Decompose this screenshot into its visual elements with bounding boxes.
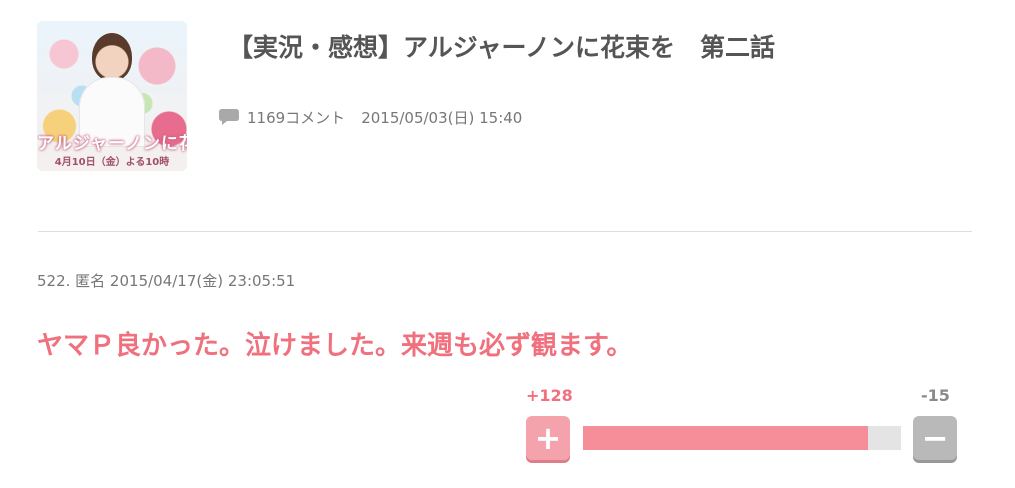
plus-vote-count: +128	[526, 386, 573, 405]
article-title[interactable]: 【実況・感想】アルジャーノンに花束を 第二話	[228, 28, 775, 64]
plus-icon: +	[534, 419, 562, 457]
comment-header: 522. 匿名 2015/04/17(金) 23:05:51	[37, 272, 296, 290]
vote-ratio-fill	[583, 426, 868, 450]
comment-count: 1169コメント	[247, 108, 346, 127]
speech-bubble-icon	[219, 109, 239, 125]
plus-vote-button[interactable]: +	[526, 416, 570, 460]
article-thumbnail[interactable]: アルジャーノンに花束を 4月10日（金）よる10時	[37, 21, 187, 171]
minus-vote-count: -15	[921, 386, 950, 405]
minus-icon: −	[921, 419, 949, 457]
thumbnail-title-text: アルジャーノンに花束を	[37, 134, 187, 154]
thumbnail-date-text: 4月10日（金）よる10時	[54, 157, 170, 168]
minus-vote-button[interactable]: −	[913, 416, 957, 460]
article-date: 2015/05/03(日) 15:40	[361, 108, 523, 127]
comment-body: ヤマＰ良かった。泣けました。来週も必ず観ます。	[37, 331, 633, 361]
thumbnail-person-head	[92, 33, 132, 81]
article-meta: 1169コメント 2015/05/03(日) 15:40	[218, 106, 522, 128]
divider	[38, 231, 972, 232]
vote-ratio-bar	[583, 426, 901, 450]
